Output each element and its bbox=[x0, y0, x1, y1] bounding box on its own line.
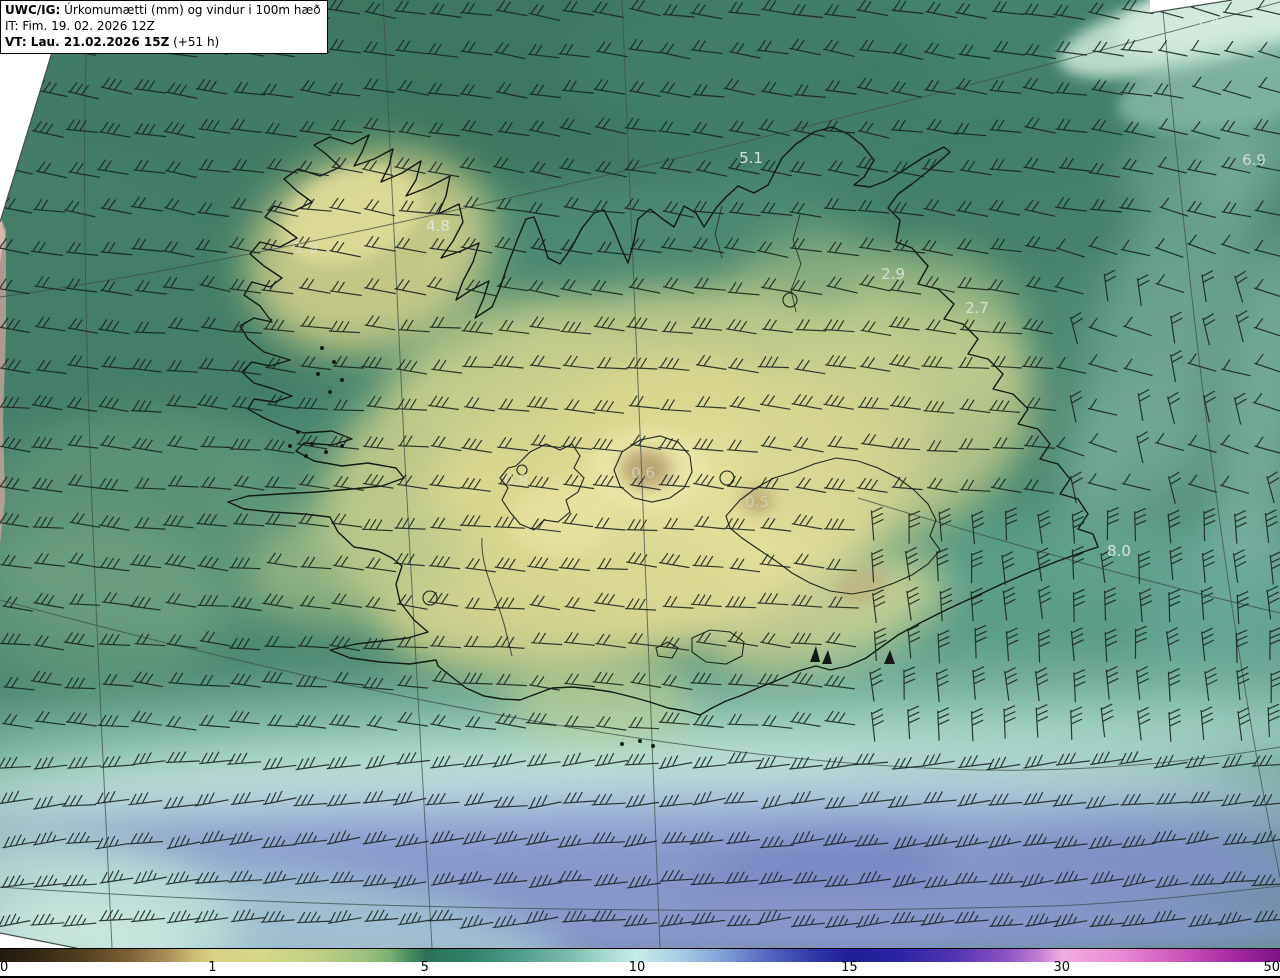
product-name: Úrkomumætti (mm) og vindur i 100m hæð bbox=[60, 3, 321, 17]
colorbar-tick-label: 10 bbox=[628, 960, 646, 975]
precip-extremum-label: 4.8 bbox=[426, 217, 450, 235]
valid-time-line: VT: Lau. 21.02.2026 15Z (+51 h) bbox=[5, 35, 321, 51]
precip-extremum-label: 5.1 bbox=[739, 149, 763, 167]
init-time-line: IT: Fim. 19. 02. 2026 12Z bbox=[5, 18, 155, 33]
colorbar-tick-labels: 0 1 5 10 15 30 50 bbox=[0, 960, 1280, 977]
precip-extremum-label: 2.9 bbox=[881, 265, 905, 283]
precip-extremum-label: 1.9 bbox=[294, 239, 318, 257]
map-canvas: 7.4 6.9 5.1 4.8 1.9 2.9 2.7 8.0 0.8 0.6 0.5 bbox=[0, 0, 1280, 948]
colorbar-tick-label: 1 bbox=[208, 960, 217, 975]
colorbar-tick-label: 5 bbox=[420, 960, 429, 975]
colorbar-tick-label: 15 bbox=[841, 960, 858, 975]
precip-extremum-label: 2.7 bbox=[965, 299, 989, 317]
colorbar-tick-label: 50 bbox=[1263, 960, 1280, 975]
valid-time-bold: VT: Lau. 21.02.2026 15Z bbox=[5, 34, 170, 49]
precip-extremum-label: 7.4 bbox=[1196, 13, 1220, 31]
precip-extremum-label: 0.6 bbox=[631, 464, 655, 482]
model-id: UWC/IG: bbox=[5, 3, 61, 17]
weather-map-app: 7.4 6.9 5.1 4.8 1.9 2.9 2.7 8.0 0.8 0.6 0.5 UWC/IG… bbox=[0, 0, 1280, 978]
colorbar-tick-label: 30 bbox=[1053, 960, 1071, 975]
product-title: UWC/IG: Úrkomumætti (mm) og vindur i 100… bbox=[5, 3, 321, 19]
precip-extremum-label: 0.5 bbox=[745, 493, 769, 511]
colorbar: 0 1 5 10 15 30 50 bbox=[0, 948, 1280, 978]
title-box: UWC/IG: Úrkomumætti (mm) og vindur i 100… bbox=[0, 0, 328, 55]
lead-time: (+51 h) bbox=[169, 34, 220, 49]
precip-extremum-label: 8.0 bbox=[1107, 542, 1131, 560]
precip-extremum-label: 0.8 bbox=[504, 471, 528, 489]
colorbar-tick-label: 0 bbox=[0, 960, 9, 975]
precip-extremum-label: 6.9 bbox=[1242, 151, 1266, 169]
